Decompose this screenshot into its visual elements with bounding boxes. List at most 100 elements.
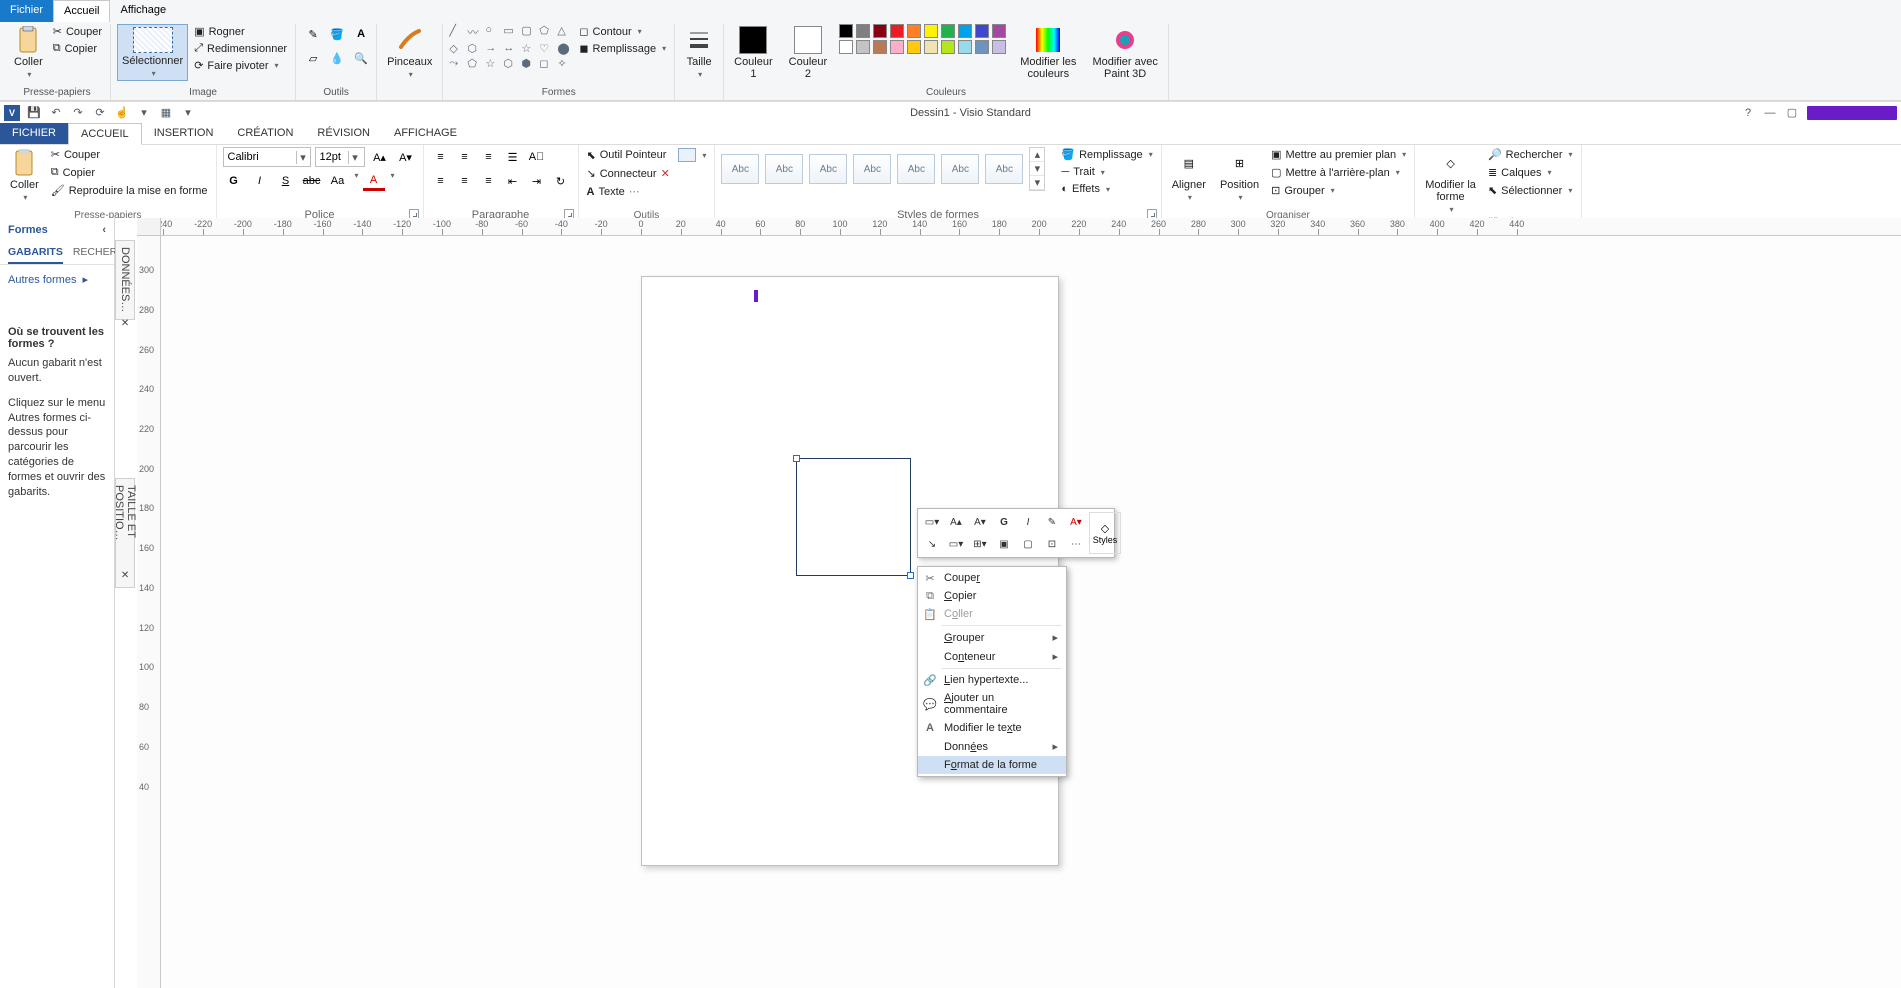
autres-formes-menu[interactable]: Autres formes▸ (8, 273, 106, 286)
close-icon[interactable]: ✕ (121, 318, 129, 329)
align-bottom-icon[interactable]: ≡ (478, 147, 500, 167)
decrease-font-icon[interactable]: A▾ (395, 147, 417, 167)
paste-button[interactable]: Coller ▾ (10, 24, 47, 81)
eraser-tool[interactable]: ▱ (302, 48, 324, 68)
effects-button[interactable]: ◐Effets▾ (1059, 182, 1154, 196)
help-icon[interactable]: ? (1741, 106, 1755, 120)
mini-styles-button[interactable]: ◇Styles (1089, 512, 1121, 554)
cut-button[interactable]: ✂Couper (49, 147, 210, 162)
close-icon[interactable]: ✕ (121, 570, 129, 581)
ctx-grouper[interactable]: Grouper▸ (918, 628, 1066, 647)
tab-creation[interactable]: CRÉATION (225, 123, 305, 144)
crop-button[interactable]: ▣Rogner (192, 24, 289, 39)
palette-swatch[interactable] (992, 24, 1006, 38)
refresh-icon[interactable]: ⟳ (92, 105, 108, 121)
size-button[interactable]: Taille ▾ (681, 24, 717, 81)
mini-shrink-font-icon[interactable]: A▾ (969, 512, 991, 532)
palette-swatch[interactable] (873, 40, 887, 54)
restore-icon[interactable]: ▢ (1785, 106, 1799, 120)
palette-swatch[interactable] (975, 24, 989, 38)
save-icon[interactable]: 💾 (26, 105, 42, 121)
fill-button[interactable]: 🪣Remplissage▾ (1059, 147, 1154, 162)
minimize-icon[interactable]: — (1763, 106, 1777, 120)
paint3d-button[interactable]: Modifier avec Paint 3D (1088, 24, 1161, 82)
text-tool[interactable]: ATexte⋯ (585, 184, 642, 199)
mini-style-icon[interactable]: ▭▾ (921, 512, 943, 532)
side-tab-donnees[interactable]: DONNÉES…✕ (115, 240, 135, 320)
palette-swatch[interactable] (890, 40, 904, 54)
palette-swatch[interactable] (907, 24, 921, 38)
palette-swatch[interactable] (958, 40, 972, 54)
position-button[interactable]: ⊞Position▾ (1216, 147, 1263, 204)
pointer-tool[interactable]: ⬉Outil Pointeur▾ (585, 147, 709, 163)
case-button[interactable]: Aa (327, 171, 349, 191)
tab-revision[interactable]: RÉVISION (305, 123, 382, 144)
color-palette[interactable] (839, 24, 1008, 54)
paint-tab-fichier[interactable]: Fichier (0, 0, 53, 22)
tab-affichage[interactable]: AFFICHAGE (382, 123, 469, 144)
ctx-commentaire[interactable]: 💬Ajouter un commentaire (918, 689, 1066, 719)
font-size-combo[interactable]: ▾ (315, 147, 365, 167)
rotate-text-icon[interactable]: ↻ (550, 171, 572, 191)
ctx-couper[interactable]: ✂Couper (918, 569, 1066, 587)
shapes-gallery[interactable]: ╱〰○▭▢⬠△ ◇⬡→↔☆♡⬤ ⤳⬠☆⬡⬢◻✧ (449, 24, 573, 70)
rotate-button[interactable]: ⟳Faire pivoter▾ (192, 58, 289, 73)
copy-button[interactable]: ⧉Copier (51, 41, 104, 56)
side-tab-taille-position[interactable]: TAILLE ET POSITIO…✕ (115, 478, 135, 588)
align-right-icon[interactable]: ≡ (478, 171, 500, 191)
ctx-format-forme[interactable]: Format de la forme (918, 756, 1066, 774)
brushes-button[interactable]: Pinceaux ▾ (383, 24, 436, 81)
palette-swatch[interactable] (992, 40, 1006, 54)
selected-rectangle-shape[interactable] (796, 458, 911, 576)
change-shape-button[interactable]: ◇Modifier la forme▾ (1421, 147, 1480, 216)
touch-icon[interactable]: ☝ (114, 105, 130, 121)
picker-tool[interactable]: 💧 (326, 48, 348, 68)
send-back-button[interactable]: ▢Mettre à l'arrière-plan▾ (1269, 165, 1408, 180)
line-button[interactable]: ─Trait▾ (1059, 165, 1154, 179)
bold-button[interactable]: G (223, 171, 245, 191)
mini-grow-font-icon[interactable]: A▴ (945, 512, 967, 532)
gallery-scroll[interactable]: ▴▾▾ (1029, 147, 1045, 191)
select-button[interactable]: ⬉Sélectionner▾ (1486, 183, 1575, 198)
align-middle-icon[interactable]: ≡ (454, 147, 476, 167)
color2-button[interactable]: Couleur 2 (785, 24, 832, 82)
align-center-icon[interactable]: ≡ (454, 171, 476, 191)
palette-swatch[interactable] (924, 40, 938, 54)
mini-fontcolor-icon[interactable]: A▾ (1065, 512, 1087, 532)
decrease-indent-icon[interactable]: ⇤ (502, 171, 524, 191)
underline-button[interactable]: S (275, 171, 297, 191)
connector-tool[interactable]: ↘Connecteur✕ (585, 166, 672, 181)
grid-icon[interactable]: ▦ (158, 105, 174, 121)
paint-tab-accueil[interactable]: Accueil (53, 0, 110, 22)
copy-button[interactable]: ⧉Copier (49, 165, 210, 180)
tab-insertion[interactable]: INSERTION (142, 123, 226, 144)
mini-bold-icon[interactable]: G (993, 512, 1015, 532)
mini-group-icon[interactable]: ⊡ (1041, 534, 1063, 554)
palette-swatch[interactable] (856, 24, 870, 38)
clear-format-icon[interactable]: A⃠ (526, 147, 548, 167)
font-color-button[interactable]: A (363, 171, 385, 191)
shape-style-gallery[interactable]: Abc Abc Abc Abc Abc Abc Abc ▴▾▾ (721, 147, 1045, 191)
select-button[interactable]: Sélectionner ▾ (117, 24, 188, 81)
ctx-conteneur[interactable]: Conteneur▸ (918, 647, 1066, 666)
palette-swatch[interactable] (839, 24, 853, 38)
italic-button[interactable]: I (249, 171, 271, 191)
mini-italic-icon[interactable]: I (1017, 512, 1039, 532)
edit-colors-button[interactable]: Modifier les couleurs (1016, 24, 1080, 82)
layers-button[interactable]: ≣Calques▾ (1486, 165, 1575, 180)
mini-highlight-icon[interactable]: ✎ (1041, 512, 1063, 532)
drawing-canvas[interactable]: -240-220-200-180-160-140-120-100-80-60-4… (137, 218, 1901, 988)
mini-front-icon[interactable]: ▣ (993, 534, 1015, 554)
palette-swatch[interactable] (958, 24, 972, 38)
ctx-copier[interactable]: ⧉Copier (918, 587, 1066, 605)
ctx-lien[interactable]: 🔗Lien hypertexte... (918, 671, 1066, 689)
palette-swatch[interactable] (975, 40, 989, 54)
palette-swatch[interactable] (856, 40, 870, 54)
align-left-icon[interactable]: ≡ (430, 171, 452, 191)
palette-swatch[interactable] (907, 40, 921, 54)
palette-swatch[interactable] (839, 40, 853, 54)
chevron-down-icon[interactable]: ▾ (136, 105, 152, 121)
format-painter-button[interactable]: 🖌Reproduire la mise en forme (49, 183, 210, 198)
cut-button[interactable]: ✂Couper (51, 24, 104, 39)
chevron-down-icon[interactable]: ▾ (180, 105, 196, 121)
